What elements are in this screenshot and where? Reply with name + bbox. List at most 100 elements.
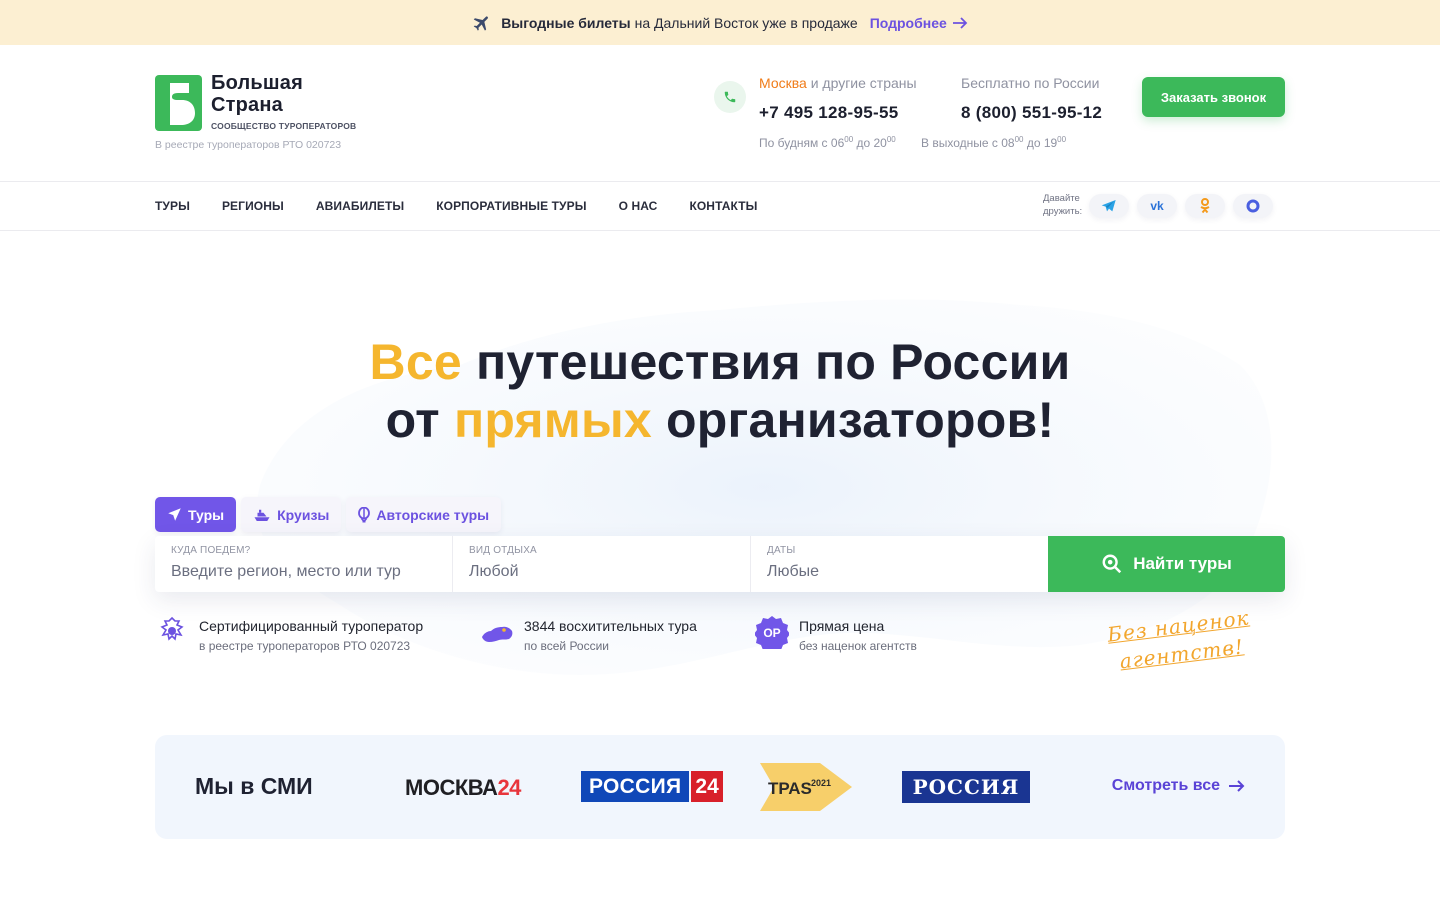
order-call-button[interactable]: Заказать звонок bbox=[1142, 77, 1285, 117]
hours-weekdays-sup1: 00 bbox=[844, 135, 854, 144]
tass-logo-text: ТРАS bbox=[768, 779, 812, 798]
hero-line1: путешествия по России bbox=[475, 334, 1071, 390]
phone-free-label: Бесплатно по России bbox=[961, 75, 1100, 91]
feature-direct-price-sub: без наценок агентств bbox=[799, 639, 917, 653]
hours-weekdays: По будням с 0600 до 2000 bbox=[759, 135, 896, 150]
op-badge-icon: OP bbox=[755, 615, 789, 649]
dates-field[interactable]: ДАТЫ Любые bbox=[751, 536, 1049, 592]
hours-weekdays-sup2: 00 bbox=[886, 135, 896, 144]
tass-logo[interactable]: ТРАS 2021 bbox=[760, 763, 852, 811]
site-header: Большая Страна СООБЩЕСТВО ТУРОПЕРАТОРОВ … bbox=[0, 45, 1440, 182]
phone-number-moscow[interactable]: +7 495 128-95-55 bbox=[759, 103, 917, 123]
tab-tours[interactable]: Туры bbox=[155, 497, 237, 532]
registry-text: В реестре туроператоров РТО 020723 bbox=[155, 139, 342, 151]
logo-title-line2: Страна bbox=[211, 94, 283, 116]
hours-weekends: В выходные с 0800 до 1900 bbox=[921, 135, 1066, 150]
phone-block-moscow: Москва и другие страны +7 495 128-95-55 bbox=[759, 75, 917, 123]
promo-bold-text: Выгодные билеты bbox=[501, 14, 631, 31]
media-title: Мы в СМИ bbox=[195, 773, 313, 799]
rossia24-logo-num: 24 bbox=[691, 771, 723, 802]
tab-cruises[interactable]: Круизы bbox=[241, 497, 342, 532]
city-rest-text: и другие страны bbox=[810, 75, 917, 91]
balloon-icon bbox=[358, 506, 371, 522]
feature-direct-price: OP Прямая цена без наценок агентств bbox=[755, 615, 917, 653]
promo-more-label: Подробнее bbox=[869, 14, 947, 31]
find-tours-label: Найти туры bbox=[1133, 554, 1232, 573]
hero-title: Все путешествия по России от прямых орга… bbox=[0, 333, 1440, 449]
russia-map-icon bbox=[480, 615, 514, 649]
feature-tours-count: 3844 восхитительных тура по всей России bbox=[480, 615, 697, 653]
moskva24-logo-text: МОСКВА bbox=[405, 775, 498, 800]
hours-weekends-prefix: В выходные с 08 bbox=[921, 136, 1015, 150]
see-all-media-link[interactable]: Смотреть все bbox=[1112, 777, 1245, 795]
vacation-type-label: ВИД ОТДЫХА bbox=[469, 545, 537, 556]
promo-banner: Выгодные билеты на Дальний Восток уже в … bbox=[0, 0, 1440, 45]
where-label: КУДА ПОЕДЕМ? bbox=[171, 545, 251, 556]
hero-line2-end: организаторов! bbox=[666, 392, 1055, 448]
hero-highlight-2: прямых bbox=[453, 392, 652, 448]
nav-item-corporate[interactable]: КОРПОРАТИВНЫЕ ТУРЫ bbox=[436, 199, 586, 213]
odnoklassniki-icon[interactable] bbox=[1185, 194, 1225, 218]
hours-weekends-sup2: 00 bbox=[1057, 135, 1067, 144]
nav-item-flights[interactable]: АВИАБИЛЕТЫ bbox=[316, 199, 404, 213]
send-icon bbox=[168, 508, 181, 521]
rossia24-logo[interactable]: РОССИЯ 24 bbox=[581, 771, 723, 802]
feature-direct-price-title: Прямая цена bbox=[799, 618, 885, 634]
vk-icon[interactable]: vk bbox=[1137, 194, 1177, 218]
feature-certified: Сертифицированный туроператор в реестре … bbox=[155, 615, 423, 653]
logo[interactable]: Большая Страна СООБЩЕСТВО ТУРОПЕРАТОРОВ bbox=[155, 72, 357, 131]
emblem-icon bbox=[155, 615, 189, 649]
social-label: Давайте дружить: bbox=[1043, 192, 1082, 218]
logo-subtitle: СООБЩЕСТВО ТУРОПЕРАТОРОВ bbox=[211, 121, 357, 131]
phone-icon bbox=[714, 81, 746, 113]
tass-logo-year: 2021 bbox=[811, 778, 831, 788]
see-all-label: Смотреть все bbox=[1111, 777, 1220, 794]
tab-cruises-label: Круизы bbox=[277, 506, 330, 523]
airplane-icon bbox=[472, 13, 492, 33]
hero-highlight-1: Все bbox=[369, 334, 462, 390]
media-block: Мы в СМИ МОСКВА 24 РОССИЯ 24 ТРАS 2021 РО… bbox=[155, 735, 1285, 839]
city-select-link[interactable]: Москва bbox=[759, 75, 807, 91]
promo-text: на Дальний Восток уже в продаже bbox=[634, 14, 858, 31]
phone-number-free[interactable]: 8 (800) 551-95-12 bbox=[961, 103, 1102, 123]
nav-item-regions[interactable]: РЕГИОНЫ bbox=[222, 199, 284, 213]
where-field[interactable]: КУДА ПОЕДЕМ? Введите регион, место или т… bbox=[155, 536, 453, 592]
where-input[interactable]: Введите регион, место или тур bbox=[171, 563, 436, 581]
tab-tours-label: Туры bbox=[188, 506, 225, 523]
feature-tours-count-title: 3844 восхитительных тура bbox=[524, 618, 697, 634]
ship-icon bbox=[254, 509, 270, 521]
nav-item-about[interactable]: О НАС bbox=[619, 199, 658, 213]
promo-more-link[interactable]: Подробнее bbox=[870, 15, 968, 31]
phone-block-free: Бесплатно по России 8 (800) 551-95-12 bbox=[961, 75, 1102, 123]
hours-weekends-mid: до 19 bbox=[1026, 136, 1058, 150]
hours-weekends-sup1: 00 bbox=[1014, 135, 1024, 144]
tab-author-tours[interactable]: Авторские туры bbox=[346, 497, 502, 532]
logo-title-line1: Большая bbox=[211, 72, 303, 94]
feature-certified-title: Сертифицированный туроператор bbox=[199, 618, 424, 634]
op-badge-text: OP bbox=[763, 626, 780, 640]
find-tours-button[interactable]: Найти туры bbox=[1048, 536, 1285, 592]
hours-weekdays-prefix: По будням с 06 bbox=[759, 136, 845, 150]
moskva24-logo[interactable]: МОСКВА 24 bbox=[405, 775, 521, 801]
telegram-icon[interactable] bbox=[1089, 194, 1129, 218]
moskva24-logo-num: 24 bbox=[497, 775, 521, 800]
hero-line2-start: от bbox=[385, 392, 440, 448]
rossia-logo[interactable]: РОССИЯ bbox=[902, 771, 1030, 803]
vacation-type-select[interactable]: Любой bbox=[469, 563, 734, 581]
dates-label: ДАТЫ bbox=[767, 545, 796, 556]
rossia24-logo-text: РОССИЯ bbox=[581, 771, 690, 802]
logo-mark-icon bbox=[155, 75, 202, 131]
search-bar: КУДА ПОЕДЕМ? Введите регион, место или т… bbox=[155, 536, 1285, 592]
dates-select[interactable]: Любые bbox=[767, 563, 1033, 581]
arrow-right-icon bbox=[952, 16, 968, 29]
tab-author-tours-label: Авторские туры bbox=[376, 506, 490, 523]
nav-item-tours[interactable]: ТУРЫ bbox=[155, 199, 190, 213]
max-icon[interactable] bbox=[1233, 194, 1273, 218]
feature-certified-sub: в реестре туроператоров РТО 020723 bbox=[199, 639, 411, 653]
main-nav: ТУРЫ РЕГИОНЫ АВИАБИЛЕТЫ КОРПОРАТИВНЫЕ ТУ… bbox=[0, 182, 1440, 231]
search-icon bbox=[1102, 554, 1122, 574]
vacation-type-field[interactable]: ВИД ОТДЫХА Любой bbox=[453, 536, 751, 592]
nav-item-contacts[interactable]: КОНТАКТЫ bbox=[689, 199, 757, 213]
social-label-line1: Давайте bbox=[1043, 193, 1080, 204]
search-tabs: Туры Круизы Авторские туры bbox=[155, 497, 502, 532]
